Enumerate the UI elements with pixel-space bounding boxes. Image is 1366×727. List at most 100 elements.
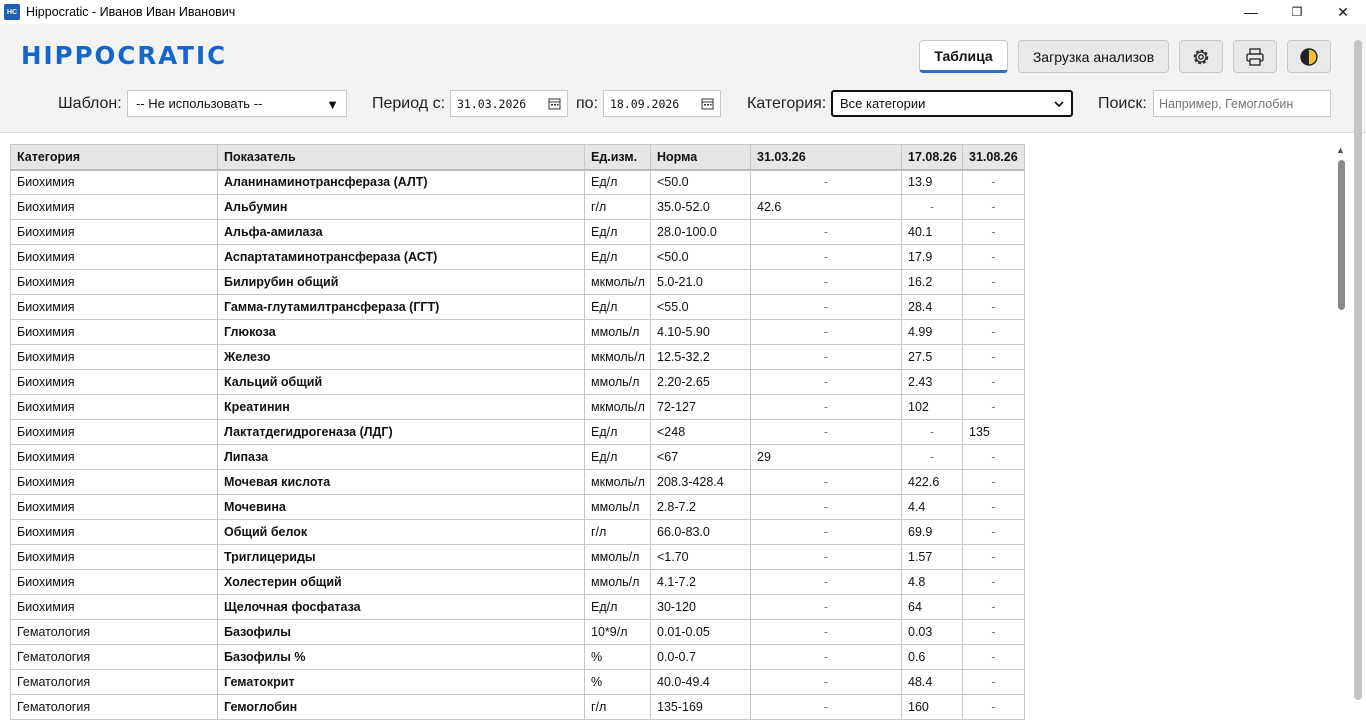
table-cell: -: [962, 594, 1025, 620]
calendar-icon[interactable]: [548, 97, 561, 110]
table-cell: -: [901, 194, 963, 220]
table-cell: Общий белок: [217, 519, 585, 545]
table-cell: Ед/л: [584, 444, 651, 470]
table-row[interactable]: Биохимия Альфа-амилаза Ед/л 28.0-100.0-40.1…: [10, 219, 1025, 245]
table-cell: Биохимия: [10, 369, 218, 395]
table-row[interactable]: Биохимия Аланинаминотрансфераза (АЛТ) Ед/л…: [10, 169, 1025, 195]
close-button[interactable]: ✕: [1320, 0, 1366, 24]
table-cell: мкмоль/л: [584, 394, 651, 420]
table-row[interactable]: Биохимия Триглицериды ммоль/л <1.70-1.57-: [10, 544, 1025, 570]
minimize-button[interactable]: —: [1228, 0, 1274, 24]
table-cell: <55.0: [650, 294, 751, 320]
column-header[interactable]: Категория: [10, 144, 218, 171]
table-cell: 28.0-100.0: [650, 219, 751, 245]
table-row[interactable]: Биохимия Билирубин общий мкмоль/л 5.0-21.0-…: [10, 269, 1025, 295]
table-cell: мкмоль/л: [584, 344, 651, 370]
tab-upload-analyses[interactable]: Загрузка анализов: [1018, 40, 1169, 73]
date-from-input[interactable]: 31.03.2026: [450, 90, 568, 117]
table-cell: -: [750, 419, 902, 445]
table-cell: 13.9: [901, 169, 963, 195]
date-to-input[interactable]: 18.09.2026: [603, 90, 721, 117]
table-cell: 2.8-7.2: [650, 494, 751, 520]
table-cell: Креатинин: [217, 394, 585, 420]
table-cell: Биохимия: [10, 244, 218, 270]
calendar-icon[interactable]: [701, 97, 714, 110]
table-cell: Биохимия: [10, 219, 218, 245]
table-cell: Биохимия: [10, 444, 218, 470]
results-table-container: Категория Показатель Ед.изм. Норма 31.03.26 1…: [10, 144, 1025, 720]
table-row[interactable]: Гематология Базофилы 10*9/л 0.01-0.05-0.03-: [10, 619, 1025, 645]
window-title: Hippocratic - Иванов Иван Иванович: [26, 5, 236, 19]
settings-button[interactable]: [1179, 40, 1223, 73]
table-cell: Ед/л: [584, 244, 651, 270]
table-row[interactable]: Гематология Гемоглобин г/л 135-169-160-: [10, 694, 1025, 720]
table-cell: 5.0-21.0: [650, 269, 751, 295]
table-row[interactable]: Биохимия Глюкоза ммоль/л 4.10-5.90-4.99-: [10, 319, 1025, 345]
table-row[interactable]: Биохимия Щелочная фосфатаза Ед/л 30-120-64-: [10, 594, 1025, 620]
table-row[interactable]: Биохимия Мочевая кислота мкмоль/л 208.3-428…: [10, 469, 1025, 495]
table-row[interactable]: Биохимия Общий белок г/л 66.0-83.0-69.9-: [10, 519, 1025, 545]
column-header[interactable]: Ед.изм.: [584, 144, 651, 171]
table-row[interactable]: Биохимия Лактатдегидрогеназа (ЛДГ) Ед/л <24…: [10, 419, 1025, 445]
table-cell: -: [962, 169, 1025, 195]
table-cell: Гемоглобин: [217, 694, 585, 720]
table-cell: <50.0: [650, 169, 751, 195]
table-cell: 72-127: [650, 394, 751, 420]
table-cell: -: [750, 294, 902, 320]
search-input[interactable]: [1153, 90, 1331, 117]
column-header[interactable]: 17.08.26: [901, 144, 963, 171]
column-header[interactable]: Показатель: [217, 144, 585, 171]
scrollbar-thumb[interactable]: [1338, 160, 1345, 310]
table-row[interactable]: Гематология Базофилы %% 0.0-0.7-0.6-: [10, 644, 1025, 670]
theme-toggle-button[interactable]: [1287, 40, 1331, 73]
date-from-value: 31.03.2026: [457, 96, 527, 111]
table-cell: 2.20-2.65: [650, 369, 751, 395]
print-button[interactable]: [1233, 40, 1277, 73]
table-row[interactable]: Биохимия Креатинин мкмоль/л 72-127-102-: [10, 394, 1025, 420]
template-select[interactable]: -- Не использовать -- ▼: [127, 90, 347, 117]
table-cell: -: [750, 319, 902, 345]
table-cell: 160: [901, 694, 963, 720]
table-row[interactable]: Биохимия Гамма-глутамилтрансфераза (ГГТ) Е…: [10, 294, 1025, 320]
table-cell: 422.6: [901, 469, 963, 495]
table-cell: -: [750, 169, 902, 195]
table-cell: 4.4: [901, 494, 963, 520]
table-cell: -: [962, 644, 1025, 670]
table-row[interactable]: Биохимия Липаза Ед/л <67 29- -: [10, 444, 1025, 470]
table-row[interactable]: Биохимия Кальций общий ммоль/л 2.20-2.65-2.…: [10, 369, 1025, 395]
table-cell: Аланинаминотрансфераза (АЛТ): [217, 169, 585, 195]
tab-table[interactable]: Таблица: [919, 40, 1008, 73]
table-cell: -: [750, 594, 902, 620]
table-row[interactable]: Биохимия Холестерин общий ммоль/л 4.1-7.2-4…: [10, 569, 1025, 595]
column-header[interactable]: Норма: [650, 144, 751, 171]
table-row[interactable]: Гематология Гематокрит% 40.0-49.4-48.4-: [10, 669, 1025, 695]
table-cell: %: [584, 669, 651, 695]
table-cell: Биохимия: [10, 419, 218, 445]
table-cell: 48.4: [901, 669, 963, 695]
table-cell: <1.70: [650, 544, 751, 570]
table-cell: Мочевина: [217, 494, 585, 520]
table-cell: -: [962, 269, 1025, 295]
table-row[interactable]: Биохимия Мочевина ммоль/л 2.8-7.2-4.4-: [10, 494, 1025, 520]
table-cell: -: [750, 494, 902, 520]
maximize-button[interactable]: ❐: [1274, 0, 1320, 24]
category-select[interactable]: Все категории: [831, 90, 1073, 117]
table-row[interactable]: Биохимия Аспартатаминотрансфераза (АСТ) Ед…: [10, 244, 1025, 270]
table-scrollbar[interactable]: ▲: [1334, 140, 1348, 727]
table-cell: Биохимия: [10, 269, 218, 295]
column-header[interactable]: 31.08.26: [962, 144, 1025, 171]
scroll-up-icon[interactable]: ▲: [1336, 145, 1345, 155]
table-cell: -: [750, 669, 902, 695]
table-row[interactable]: Биохимия Альбумин г/л 35.0-52.0 42.6- -: [10, 194, 1025, 220]
table-cell: Липаза: [217, 444, 585, 470]
column-header[interactable]: 31.03.26: [750, 144, 902, 171]
table-cell: 0.0-0.7: [650, 644, 751, 670]
table-cell: Биохимия: [10, 344, 218, 370]
table-cell: Ед/л: [584, 294, 651, 320]
table-cell: 40.1: [901, 219, 963, 245]
table-cell: -: [901, 444, 963, 470]
table-cell: -: [750, 269, 902, 295]
window-scrollbar-thumb[interactable]: [1354, 40, 1362, 700]
table-row[interactable]: Биохимия Железо мкмоль/л 12.5-32.2-27.5-: [10, 344, 1025, 370]
table-cell: 28.4: [901, 294, 963, 320]
